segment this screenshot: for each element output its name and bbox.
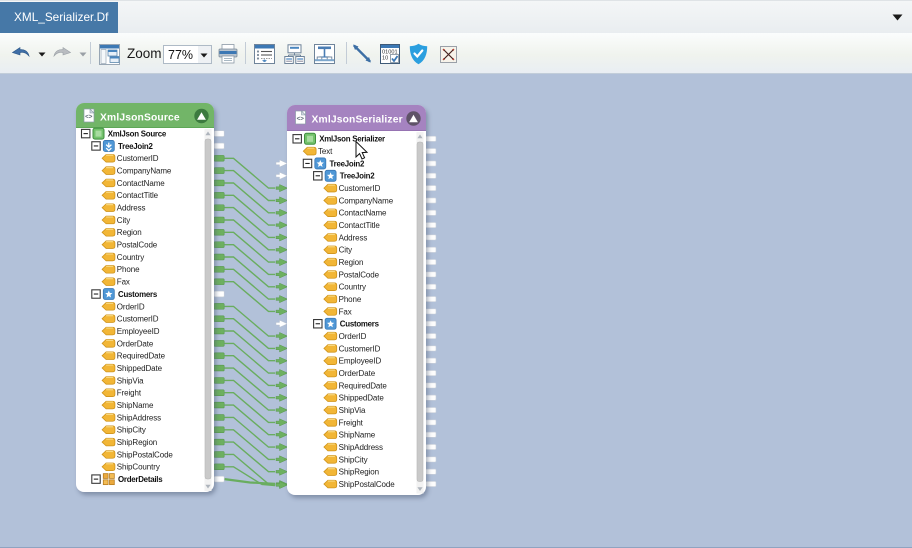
svg-text:CustomerID: CustomerID [339, 184, 381, 193]
svg-text:CustomerID: CustomerID [339, 344, 381, 353]
svg-text:ShippedDate: ShippedDate [339, 394, 385, 403]
svg-text:Country: Country [339, 283, 366, 292]
svg-text:<>: <> [297, 116, 305, 123]
svg-text:TreeJoin2: TreeJoin2 [340, 172, 375, 181]
svg-text:ShipName: ShipName [339, 431, 376, 440]
svg-text:XmlJson Serializer: XmlJson Serializer [319, 135, 385, 144]
svg-text:CompanyName: CompanyName [339, 196, 394, 205]
svg-text:RequiredDate: RequiredDate [339, 381, 388, 390]
svg-text:Freight: Freight [339, 418, 364, 427]
svg-text:Customers: Customers [340, 320, 380, 329]
svg-text:XmlJsonSerializer: XmlJsonSerializer [312, 114, 403, 125]
svg-text:ShipCity: ShipCity [339, 455, 368, 464]
svg-text:Phone: Phone [339, 295, 362, 304]
svg-text:Address: Address [339, 233, 368, 242]
svg-text:ShipPostalCode: ShipPostalCode [339, 480, 396, 489]
svg-text:City: City [339, 246, 352, 255]
svg-text:Text: Text [318, 147, 333, 156]
svg-text:OrderID: OrderID [339, 332, 367, 341]
svg-text:ShipRegion: ShipRegion [339, 468, 379, 477]
svg-text:Region: Region [339, 258, 364, 267]
svg-text:ShipVia: ShipVia [339, 406, 366, 415]
svg-text:Fax: Fax [339, 307, 352, 316]
svg-text:PostalCode: PostalCode [339, 270, 380, 279]
svg-text:ContactTitle: ContactTitle [339, 221, 381, 230]
svg-text:OrderDate: OrderDate [339, 369, 376, 378]
svg-text:ShipAddress: ShipAddress [339, 443, 383, 452]
svg-text:ContactName: ContactName [339, 209, 387, 218]
svg-text:EmployeeID: EmployeeID [339, 357, 382, 366]
